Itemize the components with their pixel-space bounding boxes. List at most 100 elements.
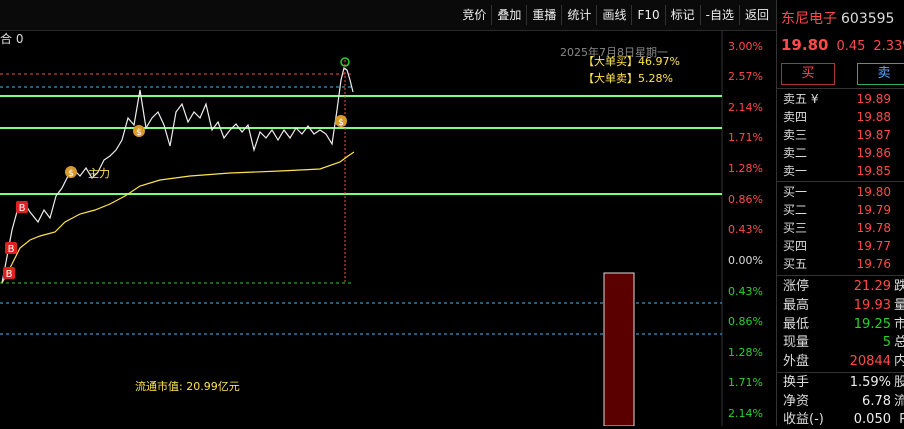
price-axis-label: 0.43% — [728, 285, 763, 298]
toolbar-buttons: 竞价 叠加 重播 统计 画线 F10 标记 -自选 返回 — [457, 5, 774, 25]
buy-marker-label: B — [6, 269, 13, 280]
stat-label: 收益(-) — [783, 412, 824, 427]
bid-price: 19.80 — [856, 185, 891, 199]
stat-label: 净资 — [783, 394, 810, 409]
trade-buttons: 买 卖 — [781, 63, 904, 85]
stock-name[interactable]: 东尼电子 — [781, 11, 837, 27]
divider — [777, 275, 904, 276]
stat-label-truncated: 量 — [893, 298, 904, 313]
bid-row[interactable]: 买二 19.79 — [783, 201, 897, 219]
buy-marker-label: B — [8, 244, 15, 255]
stat-label: 现量 — [783, 335, 810, 350]
stat-label: 外盘 — [783, 354, 810, 369]
bid-label: 买三 — [783, 221, 808, 235]
back-button[interactable]: 返回 — [738, 5, 774, 25]
market-cap-label: 流通市值: 20.99亿元 — [135, 379, 240, 393]
ask-row[interactable]: 卖五 ¥ 19.89 — [783, 90, 897, 108]
price-axis-label: 0.86% — [728, 193, 763, 206]
stat-value: 6.78 — [862, 394, 891, 409]
stat-low: 最低 19.25 市 — [783, 315, 904, 334]
quote-panel: 东尼电子603595 19.800.452.33% 买 卖 卖五 ¥19.89 … — [776, 0, 904, 427]
ask-row[interactable]: 卖一 19.85 — [783, 162, 897, 180]
bid-label: 买四 — [783, 239, 808, 253]
bid-row[interactable]: 买五 19.76 — [783, 255, 897, 273]
draw-line-button[interactable]: 画线 — [596, 5, 631, 25]
stat-label-truncated: 跌 — [893, 279, 904, 294]
stat-label: 换手 — [783, 375, 810, 390]
stat-outer-volume: 外盘 20844 内 — [783, 352, 904, 371]
bid-label: 买五 — [783, 257, 808, 271]
big-order-sell-label: 【大单卖】5.28% — [583, 71, 673, 85]
stat-value: 1.59% — [849, 375, 891, 390]
price-axis-label: 1.28% — [728, 162, 763, 175]
price-change: 0.45 — [836, 39, 866, 54]
chart-toolbar: 竞价 叠加 重播 统计 画线 F10 标记 -自选 返回 — [0, 0, 776, 31]
ask-price: 19.88 — [856, 110, 891, 124]
volume-bar — [603, 272, 635, 426]
auction-button[interactable]: 竞价 — [457, 5, 491, 25]
divider — [777, 181, 904, 182]
price-axis-label: 1.71% — [728, 131, 763, 144]
watchlist-button[interactable]: -自选 — [699, 5, 739, 25]
stat-label-truncated: 股 — [893, 375, 904, 390]
price-axis-label: 2.14% — [728, 407, 763, 420]
bid-row[interactable]: 买一 19.80 — [783, 183, 897, 201]
stat-value: 0.050 — [853, 412, 891, 427]
stat-high: 最高 19.93 量 — [783, 296, 904, 315]
bid-row[interactable]: 买三 19.78 — [783, 219, 897, 237]
ask-price: 19.89 — [856, 92, 891, 106]
stat-label-truncated: 总 — [893, 335, 904, 350]
stat-label-truncated: 流 — [893, 394, 904, 409]
bid-price: 19.77 — [856, 239, 891, 253]
bid-row[interactable]: 买四 19.77 — [783, 237, 897, 255]
stat-value: 19.93 — [853, 298, 891, 313]
intraday-chart[interactable]: 3.00% 2.57% 2.14% 1.71% 1.28% 0.86% 0.43% 0.00%… — [0, 30, 776, 426]
stock-header: 东尼电子 603595 — [781, 8, 894, 28]
replay-button[interactable]: 重播 — [526, 5, 561, 25]
bid-label: 买二 — [783, 203, 808, 217]
bid-label: 买一 — [783, 185, 808, 199]
price-axis-label: 3.00% — [728, 40, 763, 53]
sell-button[interactable]: 卖 — [857, 63, 904, 85]
price-row: 19.80 0.45 2.33% — [781, 36, 904, 54]
stat-label: 最高 — [783, 298, 810, 313]
bid-price: 19.79 — [856, 203, 891, 217]
price-axis-label: 2.14% — [728, 101, 763, 114]
buy-button[interactable]: 买 — [781, 63, 835, 85]
stat-turnover: 换手 1.59% 股 — [783, 373, 904, 392]
price-change-pct: 2.33% — [873, 39, 904, 54]
divider — [777, 88, 904, 89]
current-price: 19.80 — [781, 36, 829, 54]
price-axis-label: 1.71% — [728, 376, 763, 389]
stat-value: 19.25 — [853, 317, 891, 332]
stat-current-volume: 现量 5 总 — [783, 333, 904, 352]
stat-label-truncated: 内 — [893, 354, 904, 369]
mark-button[interactable]: 标记 — [664, 5, 700, 25]
money-bag-label: $ — [68, 169, 74, 179]
average-price-line — [1, 151, 355, 284]
big-order-buy-label: 【大单买】46.97% — [583, 54, 680, 68]
stat-value: 5 — [882, 335, 891, 350]
f10-button[interactable]: F10 — [631, 5, 664, 25]
bid-price: 19.76 — [856, 257, 891, 271]
ask-label: 卖五 ¥ — [783, 92, 819, 106]
price-axis-label: 0.43% — [728, 223, 763, 236]
ask-row[interactable]: 卖四 19.88 — [783, 108, 897, 126]
bid-price: 19.78 — [856, 221, 891, 235]
statistics-button[interactable]: 统计 — [561, 5, 596, 25]
money-bag-label: $ — [136, 128, 142, 138]
ask-price: 19.87 — [856, 128, 891, 142]
stat-limit-up: 涨停 21.29 跌 — [783, 277, 904, 296]
ask-price: 19.86 — [856, 146, 891, 160]
stat-label-truncated: 市 — [893, 317, 904, 332]
stat-net-assets: 净资 6.78 流 — [783, 392, 904, 411]
ask-label: 卖三 — [783, 128, 808, 142]
ask-label: 卖四 — [783, 110, 808, 124]
money-bag-label: $ — [338, 118, 344, 128]
ask-row[interactable]: 卖二 19.86 — [783, 144, 897, 162]
ask-label: 卖一 — [783, 164, 808, 178]
ask-row[interactable]: 卖三 19.87 — [783, 126, 897, 144]
price-line — [1, 67, 354, 284]
overlay-button[interactable]: 叠加 — [491, 5, 526, 25]
stat-label: 最低 — [783, 317, 810, 332]
